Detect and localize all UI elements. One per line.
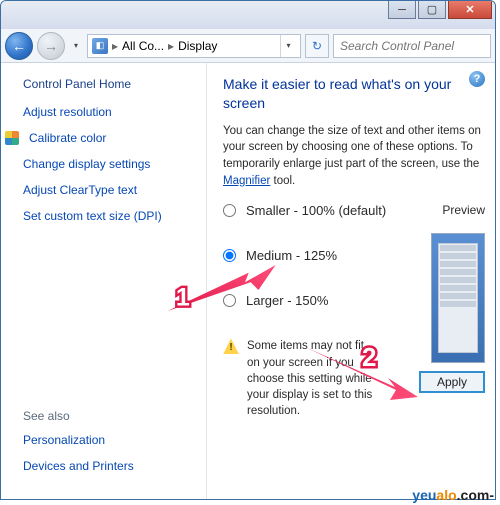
main-pane: ? Make it easier to read what's on your … <box>206 63 495 499</box>
control-panel-window: ─ ▢ ✕ ← → ▾ ◧ ▸ All Co... ▸ Display ▾ ↻ … <box>0 0 496 500</box>
address-bar[interactable]: ◧ ▸ All Co... ▸ Display ▾ <box>87 34 301 58</box>
link-adjust-resolution[interactable]: Adjust resolution <box>23 105 196 119</box>
watermark: yeualo.com- <box>412 487 494 503</box>
shield-icon <box>5 131 19 145</box>
link-calibrate-color[interactable]: Calibrate color <box>29 131 106 145</box>
apply-button[interactable]: Apply <box>419 371 485 393</box>
radio-larger[interactable] <box>223 294 236 307</box>
link-personalization[interactable]: Personalization <box>23 433 134 447</box>
warning-text: Some items may not fit on your screen if… <box>247 338 377 418</box>
maximize-button[interactable]: ▢ <box>418 1 446 19</box>
preview-label: Preview <box>442 203 485 217</box>
search-input[interactable] <box>333 34 491 58</box>
close-button[interactable]: ✕ <box>448 1 492 19</box>
see-also-header: See also <box>23 409 134 423</box>
control-panel-icon: ◧ <box>92 38 108 54</box>
page-description: You can change the size of text and othe… <box>223 123 485 190</box>
control-panel-home-link[interactable]: Control Panel Home <box>23 77 196 91</box>
link-devices-printers[interactable]: Devices and Printers <box>23 459 134 473</box>
link-adjust-cleartype[interactable]: Adjust ClearType text <box>23 183 196 197</box>
back-button[interactable]: ← <box>5 32 33 60</box>
refresh-button[interactable]: ↻ <box>305 34 329 58</box>
magnifier-link[interactable]: Magnifier <box>223 175 270 187</box>
breadcrumb-all[interactable]: All Co... <box>122 39 164 53</box>
page-title: Make it easier to read what's on your sc… <box>223 75 485 113</box>
help-icon[interactable]: ? <box>469 71 485 87</box>
breadcrumb-separator: ▸ <box>112 39 118 53</box>
warning-icon <box>223 338 239 354</box>
breadcrumb-display[interactable]: Display <box>178 39 217 53</box>
forward-button[interactable]: → <box>37 32 65 60</box>
sidebar-links: Adjust resolution Calibrate color Change… <box>23 105 196 223</box>
side-pane: Control Panel Home Adjust resolution Cal… <box>1 63 206 499</box>
preview-image <box>431 233 485 363</box>
body-area: Control Panel Home Adjust resolution Cal… <box>1 63 495 499</box>
history-dropdown[interactable]: ▾ <box>69 37 83 55</box>
address-dropdown[interactable]: ▾ <box>280 35 296 57</box>
link-custom-text-size[interactable]: Set custom text size (DPI) <box>23 209 196 223</box>
breadcrumb-separator: ▸ <box>168 39 174 53</box>
link-change-display-settings[interactable]: Change display settings <box>23 157 196 171</box>
see-also-section: See also Personalization Devices and Pri… <box>23 409 134 485</box>
radio-medium[interactable] <box>223 249 236 262</box>
radio-smaller[interactable] <box>223 204 236 217</box>
navigation-bar: ← → ▾ ◧ ▸ All Co... ▸ Display ▾ ↻ <box>1 29 495 63</box>
minimize-button[interactable]: ─ <box>388 1 416 19</box>
window-titlebar: ─ ▢ ✕ <box>1 1 495 29</box>
